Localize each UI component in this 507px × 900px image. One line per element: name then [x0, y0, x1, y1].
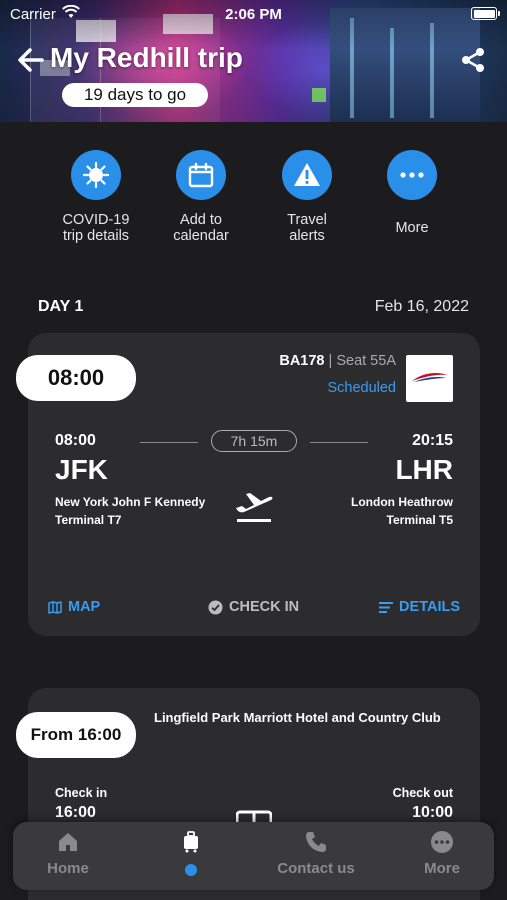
phone-icon: [306, 832, 326, 852]
day-label: DAY 1: [38, 298, 84, 315]
tab-contact[interactable]: Contact us: [261, 822, 371, 890]
tab-bar: Home Contact us More: [13, 822, 494, 890]
travel-alerts-button[interactable]: Travel alerts: [252, 150, 362, 244]
departure-terminal: Terminal T7: [55, 513, 122, 527]
flight-time-pill: 08:00: [16, 355, 136, 401]
share-icon[interactable]: [459, 46, 487, 74]
tab-home[interactable]: Home: [13, 822, 123, 890]
hotel-name: Lingfield Park Marriott Hotel and Countr…: [154, 710, 441, 725]
details-button[interactable]: DETAILS: [379, 599, 460, 615]
departure-code: JFK: [55, 454, 108, 485]
trip-title: My Redhill trip: [50, 42, 243, 73]
add-calendar-button[interactable]: Add to calendar: [146, 150, 256, 244]
covid-details-label: COVID-19 trip details: [62, 212, 130, 244]
arrival-time: 20:15: [412, 432, 453, 449]
airline-logo: [406, 355, 453, 402]
covid-details-button[interactable]: COVID-19 trip details: [41, 150, 151, 244]
flight-duration: 7h 15m: [211, 430, 297, 452]
virus-icon: [82, 161, 110, 189]
status-time: 2:06 PM: [225, 6, 282, 23]
back-arrow-icon[interactable]: [16, 46, 44, 74]
flight-number: BA178 | Seat 55A: [279, 353, 396, 369]
day-date: Feb 16, 2022: [374, 298, 469, 315]
flight-actions: MAP CHECK IN DETAILS: [48, 599, 460, 619]
map-icon: [48, 600, 62, 614]
departure-airport: New York John F Kennedy: [55, 495, 206, 509]
arrival-airport: London Heathrow: [351, 495, 453, 509]
more-actions-label: More: [395, 220, 429, 236]
check-out-label: Check out: [392, 786, 453, 800]
active-tab-indicator: [185, 864, 197, 876]
arrival-terminal: Terminal T5: [386, 513, 453, 527]
plane-takeoff-icon: [236, 493, 273, 522]
ellipsis-icon: [400, 172, 424, 178]
check-in-button[interactable]: CHECK IN: [208, 599, 299, 615]
luggage-icon: [184, 831, 198, 853]
check-circle-icon: [208, 600, 223, 614]
warning-icon: [294, 163, 320, 186]
map-button[interactable]: MAP: [48, 599, 100, 615]
check-in-time: 16:00: [55, 804, 96, 821]
flight-route: 08:00 7h 15m 20:15 JFK LHR New York John…: [55, 430, 453, 532]
tab-more[interactable]: More: [387, 822, 497, 890]
more-actions-button[interactable]: More: [357, 150, 467, 236]
list-icon: [379, 601, 394, 613]
tab-home-label: Home: [47, 860, 89, 877]
calendar-icon: [188, 162, 214, 188]
arrival-code: LHR: [395, 454, 453, 485]
status-bar: Carrier 2:06 PM: [0, 0, 507, 28]
more-circle-icon: [431, 831, 453, 853]
check-out-time: 10:00: [412, 804, 453, 821]
battery-icon: [471, 7, 500, 20]
day-header: DAY 1 Feb 16, 2022: [38, 298, 469, 318]
departure-time: 08:00: [55, 432, 96, 449]
countdown-badge: 19 days to go: [62, 83, 208, 107]
travel-alerts-label: Travel alerts: [287, 212, 327, 244]
add-calendar-label: Add to calendar: [173, 212, 229, 244]
flight-status: Scheduled: [327, 380, 396, 396]
tab-trips[interactable]: [136, 822, 246, 890]
hotel-time-pill: From 16:00: [16, 712, 136, 758]
check-in-label: Check in: [55, 786, 108, 800]
tab-contact-label: Contact us: [277, 860, 355, 877]
tab-more-label: More: [424, 860, 460, 877]
home-icon: [59, 833, 77, 851]
